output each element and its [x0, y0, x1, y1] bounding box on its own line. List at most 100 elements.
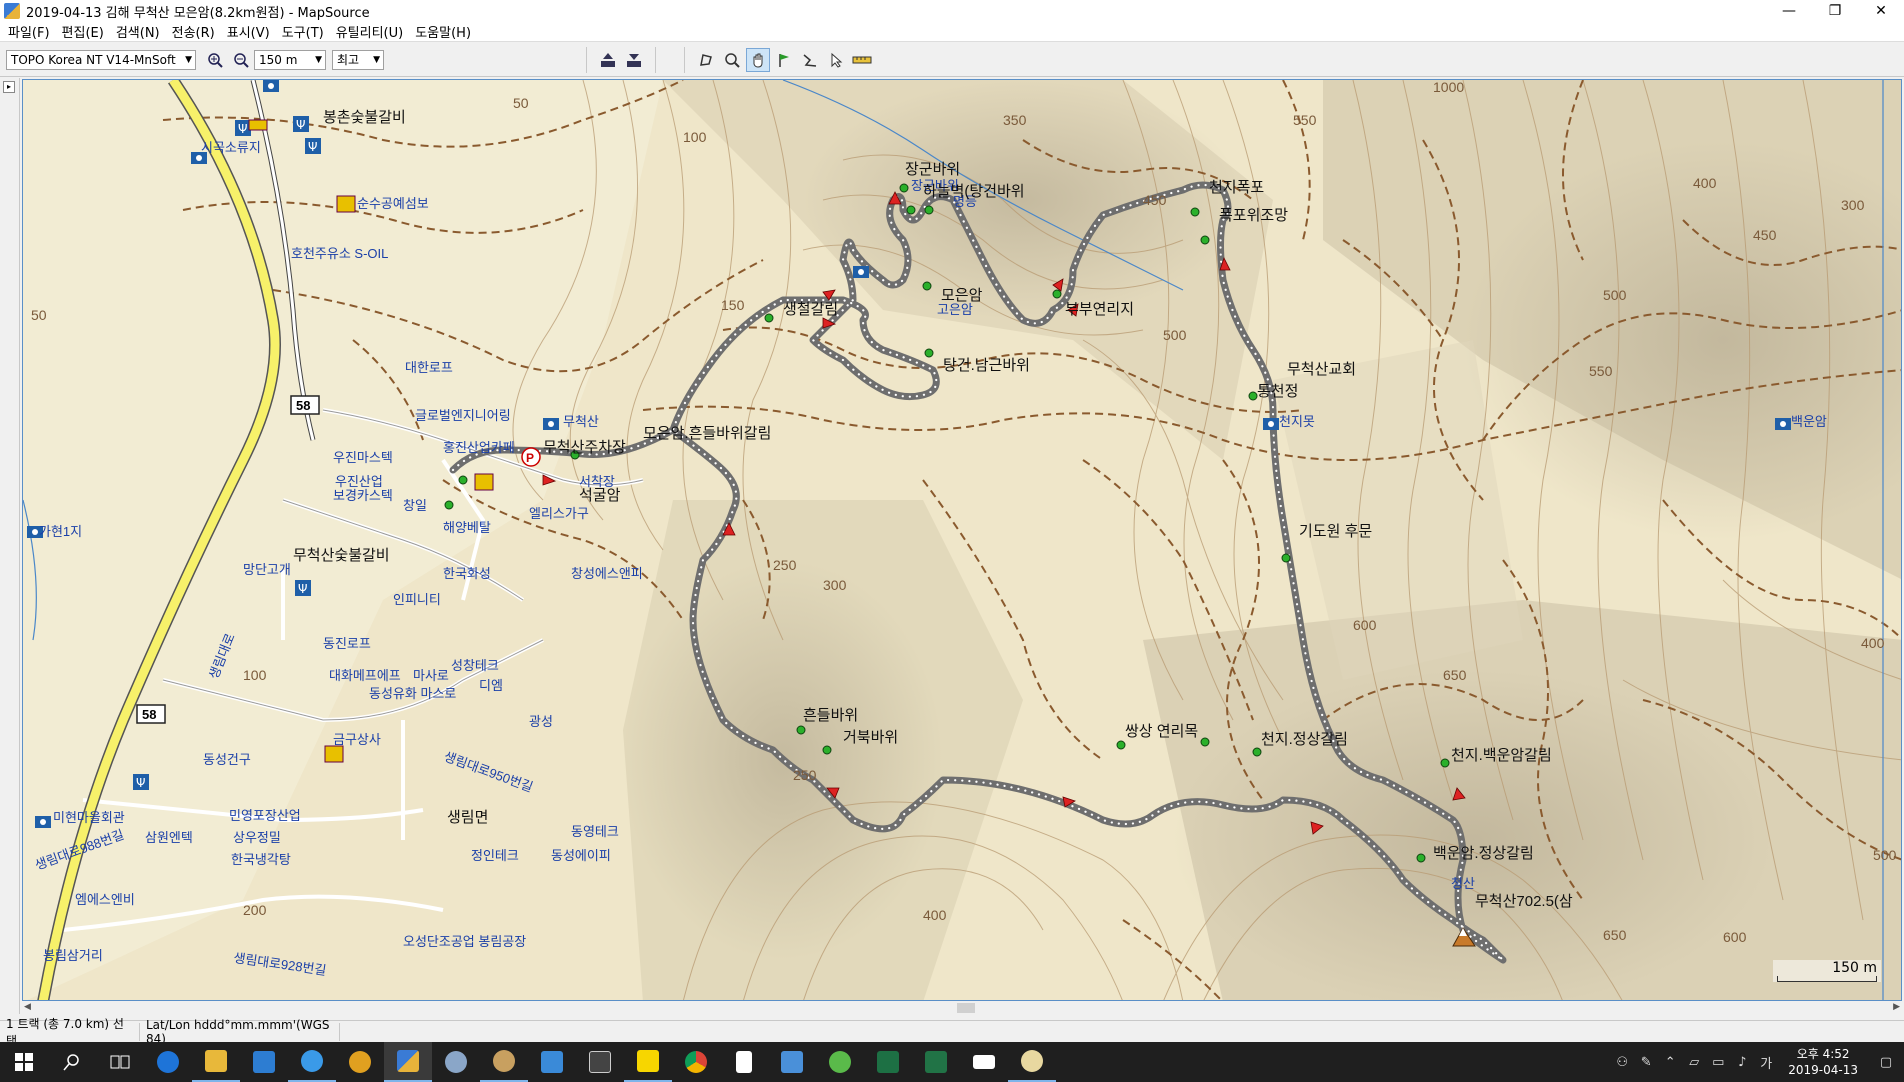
detail-select[interactable]: 최고 ▼	[332, 49, 384, 70]
svg-text:Ψ: Ψ	[238, 122, 247, 136]
taskbar-calculator[interactable]	[576, 1042, 624, 1082]
scroll-left-icon[interactable]: ◀	[24, 1002, 31, 1012]
parking-icon[interactable]: P	[521, 447, 541, 467]
close-button[interactable]: ✕	[1858, 0, 1904, 22]
ime-indicator[interactable]: 가	[1754, 1053, 1778, 1072]
topo-map[interactable]: P Ψ Ψ Ψ Ψ Ψ 58 58 50 100 150 200 250 300…	[23, 80, 1902, 1001]
svg-text:무척산교회: 무척산교회	[1287, 361, 1356, 378]
zoom-tool-button[interactable]	[720, 48, 744, 72]
taskbar-notepad[interactable]	[720, 1042, 768, 1082]
usb-icon[interactable]: ▱	[1682, 1055, 1706, 1070]
taskbar-app8[interactable]	[1008, 1042, 1056, 1082]
zoom-in-icon	[208, 52, 223, 68]
svg-text:P: P	[526, 451, 534, 465]
menu-help[interactable]: 도움말(H)	[411, 22, 479, 41]
volume-icon[interactable]: ♪	[1730, 1055, 1754, 1070]
task-view-icon	[110, 1055, 130, 1069]
menu-utility[interactable]: 유틸리티(U)	[332, 22, 412, 41]
receive-from-device-button[interactable]	[596, 48, 620, 72]
taskbar-excel[interactable]	[912, 1042, 960, 1082]
expand-panel-button[interactable]: ▸	[3, 81, 15, 93]
measure-tool-button[interactable]	[850, 48, 874, 72]
svg-text:한국화성: 한국화성	[443, 566, 491, 581]
map-canvas[interactable]: P Ψ Ψ Ψ Ψ Ψ 58 58 50 100 150 200 250 300…	[22, 79, 1902, 1001]
taskbar-app6[interactable]	[816, 1042, 864, 1082]
upload-icon	[601, 52, 615, 67]
pan-tool-button[interactable]	[746, 47, 770, 72]
svg-text:150: 150	[721, 297, 745, 313]
map-product-select[interactable]: TOPO Korea NT V14-MnSoft ▼	[6, 49, 196, 70]
people-icon[interactable]: ⚇	[1610, 1055, 1634, 1070]
spreadsheet-icon	[877, 1051, 899, 1073]
menu-tools[interactable]: 도구(T)	[278, 22, 332, 41]
taskbar-chrome[interactable]	[672, 1042, 720, 1082]
pen-icon[interactable]: ✎	[1634, 1055, 1658, 1070]
select-tool-button[interactable]	[694, 48, 718, 72]
taskbar-app5[interactable]	[768, 1042, 816, 1082]
taskbar-mail[interactable]	[960, 1042, 1008, 1082]
calculator-icon	[589, 1051, 611, 1073]
system-tray: ⚇ ✎ ⌃ ▱ ▭ ♪ 가 오후 4:52 2019-04-13 ▢	[1610, 1042, 1904, 1082]
taskbar-edge[interactable]	[144, 1042, 192, 1082]
svg-text:시곡소류지: 시곡소류지	[201, 140, 261, 155]
svg-text:삼원엔텍: 삼원엔텍	[145, 830, 193, 845]
taskbar-app4[interactable]	[528, 1042, 576, 1082]
scroll-right-icon[interactable]: ▶	[1893, 1002, 1900, 1012]
character-icon	[1021, 1050, 1043, 1072]
toolbar-separator	[655, 46, 656, 73]
zoom-level-value: 150 m	[259, 52, 298, 67]
menu-view[interactable]: 표시(V)	[223, 22, 278, 41]
maximize-button[interactable]: ❐	[1812, 0, 1858, 22]
menu-search[interactable]: 검색(N)	[112, 22, 168, 41]
svg-text:봉림삼거리: 봉림삼거리	[43, 948, 103, 963]
taskbar-explorer[interactable]	[192, 1042, 240, 1082]
waypoint-tool-button[interactable]	[772, 48, 796, 72]
svg-text:탕건.남근바위: 탕건.남근바위	[943, 357, 1030, 374]
zoom-out-button[interactable]	[229, 48, 253, 72]
taskbar-app1[interactable]	[336, 1042, 384, 1082]
taskbar-app7[interactable]	[864, 1042, 912, 1082]
taskbar-app2[interactable]	[432, 1042, 480, 1082]
route-shield-58: 58	[290, 395, 320, 415]
horizontal-scrollbar[interactable]: ◀ ▶	[22, 1002, 1902, 1014]
pointer-tool-button[interactable]	[824, 48, 848, 72]
taskbar-store[interactable]	[240, 1042, 288, 1082]
svg-text:400: 400	[1693, 175, 1717, 191]
taskbar-app3[interactable]	[480, 1042, 528, 1082]
taskbar-kakaotalk[interactable]	[624, 1042, 672, 1082]
menu-transfer[interactable]: 전송(R)	[168, 22, 223, 41]
svg-text:450: 450	[1753, 227, 1777, 243]
svg-text:엘리스가구: 엘리스가구	[529, 506, 589, 521]
menu-edit[interactable]: 편집(E)	[58, 22, 112, 41]
svg-text:600: 600	[1353, 617, 1377, 633]
notification-icon[interactable]: ▢	[1868, 1055, 1904, 1070]
zoom-level-select[interactable]: 150 m ▼	[254, 49, 326, 70]
svg-text:망단고개: 망단고개	[243, 562, 291, 577]
scale-line	[1777, 976, 1877, 982]
store-icon	[253, 1051, 275, 1073]
menu-file[interactable]: 파일(F)	[4, 22, 58, 41]
start-button[interactable]	[0, 1042, 48, 1082]
svg-text:보경카스텍: 보경카스텍	[333, 488, 393, 503]
task-view-button[interactable]	[96, 1042, 144, 1082]
svg-text:100: 100	[683, 129, 707, 145]
minimize-button[interactable]: —	[1766, 0, 1812, 22]
zoom-out-icon	[234, 52, 249, 68]
network-icon[interactable]: ▭	[1706, 1055, 1730, 1070]
taskbar-mapsource[interactable]	[384, 1042, 432, 1082]
zoom-in-button[interactable]	[203, 48, 227, 72]
status-coords-format: Lat/Lon hddd°mm.mmm'(WGS 84)	[140, 1018, 340, 1046]
svg-text:600: 600	[1723, 929, 1747, 945]
taskbar-ie[interactable]	[288, 1042, 336, 1082]
send-to-device-button[interactable]	[622, 48, 646, 72]
scrollbar-thumb[interactable]	[957, 1003, 975, 1013]
svg-text:석굴암: 석굴암	[579, 487, 621, 504]
clock[interactable]: 오후 4:52 2019-04-13	[1778, 1046, 1868, 1078]
cursor-icon	[831, 52, 843, 68]
svg-text:폭포위조망: 폭포위조망	[1219, 207, 1288, 224]
route-tool-button[interactable]	[798, 48, 822, 72]
search-button[interactable]	[48, 1042, 96, 1082]
svg-text:민영포장산업: 민영포장산업	[229, 808, 301, 823]
tray-expand-icon[interactable]: ⌃	[1658, 1055, 1682, 1070]
ie-icon	[301, 1050, 323, 1072]
